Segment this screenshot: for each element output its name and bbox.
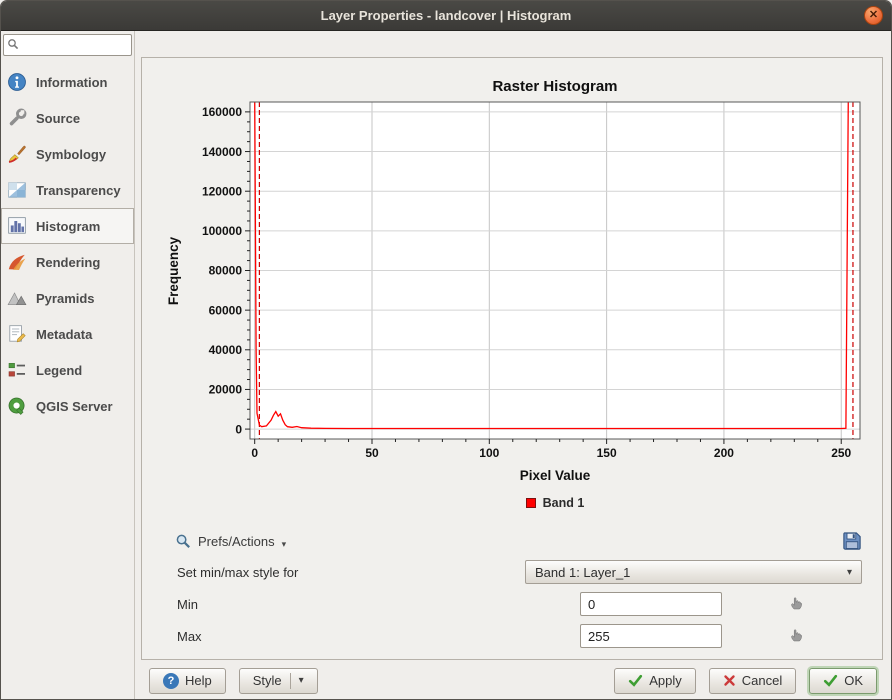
ok-button[interactable]: OK — [809, 668, 877, 694]
sidebar-search — [3, 34, 132, 56]
sidebar-item-source[interactable]: Source — [1, 100, 134, 136]
sidebar: Information Source Sym — [1, 31, 135, 699]
histogram-icon — [7, 216, 27, 236]
band-combobox[interactable]: Band 1: Layer_1 ▾ — [525, 560, 862, 584]
svg-text:80000: 80000 — [209, 264, 243, 278]
pick-max-icon[interactable] — [788, 626, 804, 645]
sidebar-item-label: Source — [36, 111, 80, 126]
sidebar-item-label: Rendering — [36, 255, 100, 270]
magnifier-icon — [175, 533, 191, 549]
svg-text:100: 100 — [479, 446, 499, 460]
sidebar-item-metadata[interactable]: Metadata — [1, 316, 134, 352]
svg-text:160000: 160000 — [202, 105, 242, 119]
window-title: Layer Properties - landcover | Histogram — [321, 8, 572, 23]
style-button-divider — [290, 673, 291, 689]
transparency-icon — [7, 180, 27, 200]
sidebar-item-label: Metadata — [36, 327, 92, 342]
svg-text:200: 200 — [714, 446, 734, 460]
band-combobox-value: Band 1: Layer_1 — [535, 565, 630, 580]
chart-legend: Band 1 — [250, 496, 860, 510]
sidebar-item-legend[interactable]: Legend — [1, 352, 134, 388]
sidebar-item-histogram[interactable]: Histogram — [1, 208, 134, 244]
style-button[interactable]: Style ▾ — [239, 668, 318, 694]
sidebar-item-symbology[interactable]: Symbology — [1, 136, 134, 172]
apply-icon — [628, 673, 643, 688]
style-label: Style — [253, 673, 282, 688]
cancel-button[interactable]: Cancel — [709, 668, 796, 694]
prefs-actions-label: Prefs/Actions — [198, 534, 275, 549]
svg-text:150: 150 — [597, 446, 617, 460]
apply-label: Apply — [649, 673, 682, 688]
max-input[interactable] — [580, 624, 722, 648]
legend-swatch — [526, 498, 536, 508]
sidebar-item-label: Information — [36, 75, 108, 90]
svg-text:20000: 20000 — [209, 383, 243, 397]
layer-properties-window: Layer Properties - landcover | Histogram… — [0, 0, 892, 700]
close-button[interactable]: ✕ — [864, 6, 883, 25]
sidebar-item-label: Transparency — [36, 183, 121, 198]
y-axis-title: Frequency — [166, 211, 184, 331]
sidebar-list: Information Source Sym — [1, 64, 134, 424]
prefs-actions-button[interactable]: Prefs/Actions ▾ — [170, 530, 291, 553]
min-label: Min — [177, 597, 198, 612]
sidebar-item-label: QGIS Server — [36, 399, 113, 414]
svg-text:0: 0 — [251, 446, 258, 460]
metadata-icon — [7, 324, 27, 344]
sidebar-item-label: Histogram — [36, 219, 100, 234]
svg-text:40000: 40000 — [209, 343, 243, 357]
histogram-plot[interactable]: 0 50 100 150 200 250 0 20000 40000 60000 80000 1000… — [190, 98, 868, 465]
help-button[interactable]: ? Help — [149, 668, 226, 694]
svg-text:120000: 120000 — [202, 184, 242, 198]
svg-text:0: 0 — [235, 422, 242, 436]
symbology-icon — [7, 144, 27, 164]
legend-icon — [7, 360, 27, 380]
information-icon — [7, 72, 27, 92]
set-minmax-label: Set min/max style for — [177, 565, 298, 580]
min-input[interactable] — [580, 592, 722, 616]
save-plot-button[interactable] — [842, 531, 862, 551]
histogram-panel: Raster Histogram Frequency 0 50 100 150 200 2… — [141, 57, 883, 660]
search-input[interactable] — [3, 34, 132, 56]
sidebar-item-label: Pyramids — [36, 291, 95, 306]
search-icon — [7, 38, 19, 50]
prefs-row: Prefs/Actions ▾ — [170, 528, 862, 554]
sidebar-item-information[interactable]: Information — [1, 64, 134, 100]
pyramids-icon — [7, 288, 27, 308]
ok-icon — [823, 673, 838, 688]
svg-text:60000: 60000 — [209, 303, 243, 317]
apply-button[interactable]: Apply — [614, 668, 696, 694]
svg-text:100000: 100000 — [202, 224, 242, 238]
svg-text:250: 250 — [831, 446, 851, 460]
x-axis-title: Pixel Value — [250, 468, 860, 483]
style-arrow-icon: ▾ — [299, 675, 304, 686]
ok-label: OK — [844, 673, 863, 688]
titlebar[interactable]: Layer Properties - landcover | Histogram… — [1, 1, 891, 31]
legend-label: Band 1 — [543, 496, 585, 510]
source-icon — [7, 108, 27, 128]
combo-arrow-icon: ▾ — [847, 567, 852, 578]
cancel-label: Cancel — [742, 673, 782, 688]
svg-text:50: 50 — [365, 446, 379, 460]
dialog-button-box: ? Help Style ▾ Apply Cancel OK — [149, 667, 877, 694]
svg-text:140000: 140000 — [202, 145, 242, 159]
sidebar-item-pyramids[interactable]: Pyramids — [1, 280, 134, 316]
sidebar-item-label: Symbology — [36, 147, 106, 162]
sidebar-item-rendering[interactable]: Rendering — [1, 244, 134, 280]
cancel-icon — [723, 674, 736, 687]
pick-min-icon[interactable] — [788, 594, 804, 613]
qgis-server-icon — [7, 396, 27, 416]
help-icon: ? — [163, 673, 179, 689]
help-label: Help — [185, 673, 212, 688]
sidebar-item-qgis-server[interactable]: QGIS Server — [1, 388, 134, 424]
sidebar-item-label: Legend — [36, 363, 82, 378]
max-label: Max — [177, 629, 202, 644]
chart-title: Raster Histogram — [250, 78, 860, 95]
prefs-menu-arrow-icon: ▾ — [282, 539, 287, 550]
close-icon: ✕ — [869, 10, 878, 21]
rendering-icon — [7, 252, 27, 272]
sidebar-item-transparency[interactable]: Transparency — [1, 172, 134, 208]
save-icon — [842, 531, 862, 551]
